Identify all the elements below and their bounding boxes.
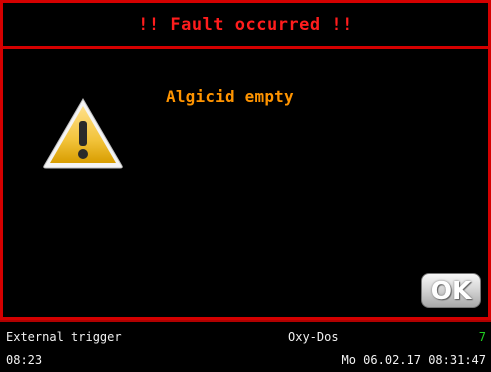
elapsed-time: 08:23 bbox=[6, 353, 43, 367]
fault-title: !! Fault occurred !! bbox=[3, 3, 488, 49]
warning-triangle-icon bbox=[41, 96, 125, 170]
channel-number: 7 bbox=[478, 330, 486, 344]
fault-dialog: !! Fault occurred !! Algicid empty OK bbox=[0, 0, 491, 320]
fault-message: Algicid empty bbox=[166, 87, 294, 106]
device-name: Oxy-Dos bbox=[288, 330, 339, 344]
trigger-status: External trigger bbox=[6, 330, 122, 344]
date-time: Mo 06.02.17 08:31:47 bbox=[341, 353, 487, 367]
status-bar: External trigger Oxy-Dos 7 08:23 Mo 06.0… bbox=[0, 320, 491, 372]
ok-button[interactable]: OK bbox=[421, 273, 481, 308]
